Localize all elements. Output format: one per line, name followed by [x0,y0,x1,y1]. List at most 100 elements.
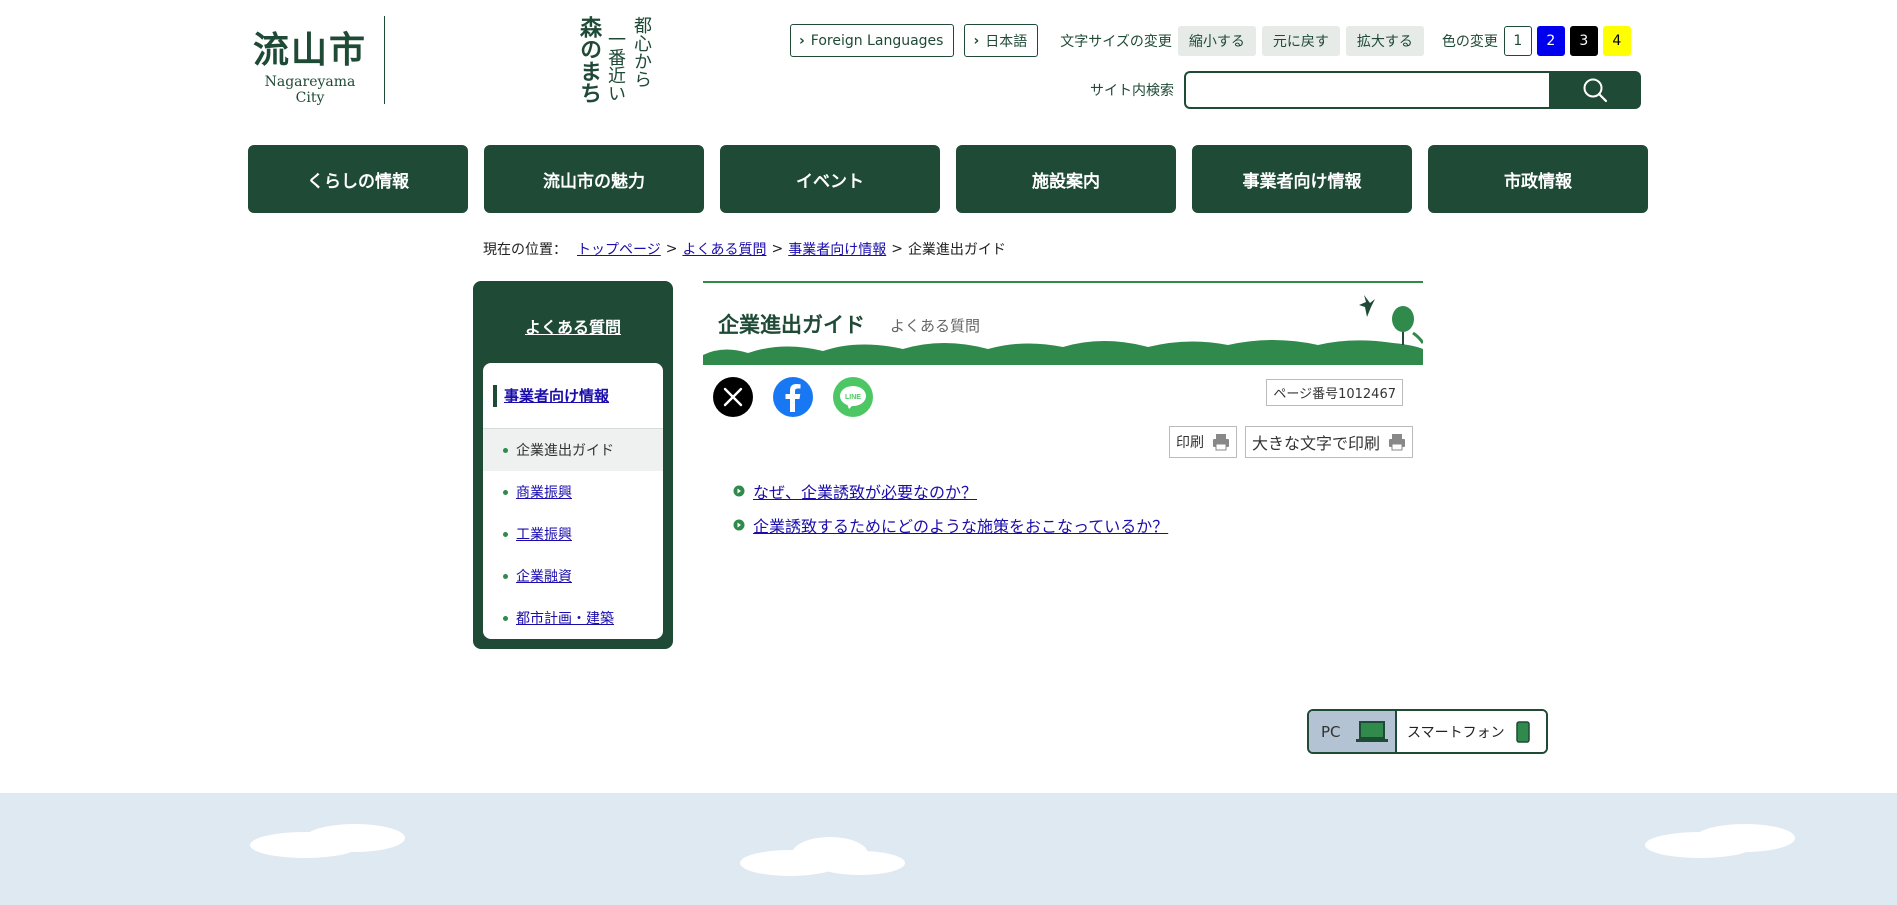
faq-link[interactable]: なぜ、企業誘致が必要なのか？ [753,479,977,503]
font-size-label: 文字サイズの変更 [1060,33,1172,50]
nav-item-city-govt[interactable]: 市政情報 [1428,145,1648,213]
nav-item-facilities[interactable]: 施設案内 [956,145,1176,213]
logo-city-name: 流山市 [252,29,367,71]
sidebar-menu: 事業者向け情報 企業進出ガイド 商業振興 工業振興 企業融資 都市計画・建築 [483,363,663,639]
slogan-line-2: 一番近い [605,30,626,102]
smartphone-label: スマートフォン [1407,724,1505,741]
faq-item: 企業誘致するためにどのような施策をおこなっているか？ [733,508,1168,542]
sidebar: よくある質問 事業者向け情報 企業進出ガイド 商業振興 工業振興 企業融資 都市… [473,281,673,649]
global-nav: くらしの情報 流山市の魅力 イベント 施設案内 事業者向け情報 市政情報 [248,145,1648,213]
slogan-line-1: 都心から [631,16,652,88]
svg-text:LINE: LINE [845,394,861,401]
facebook-share-button[interactable] [773,377,813,417]
device-switch: PC スマートフォン [1307,709,1548,754]
bullet-icon [503,573,508,579]
color-button-2[interactable]: 2 [1536,25,1565,56]
sidebar-item-label: 企業進出ガイド [516,443,614,459]
sidebar-list: 企業進出ガイド 商業振興 工業振興 企業融資 都市計画・建築 [483,429,663,639]
sidebar-item-link[interactable]: 企業融資 [516,566,572,586]
page-category: よくある質問 [890,317,981,335]
search-icon [1583,78,1608,103]
page-number: ページ番号1012467 [1266,379,1403,406]
site-logo[interactable]: 流山市 Nagareyama City 都心から 一番近い 森のまち [250,16,652,106]
faq-item: なぜ、企業誘致が必要なのか？ [733,474,1168,508]
slogan-line-3: 森のまち [576,16,602,104]
breadcrumb-current: 企業進出ガイド [907,242,1006,258]
search-label: サイト内検索 [1090,83,1174,99]
pc-view-button[interactable]: PC [1309,711,1397,752]
bullet-icon [503,447,508,453]
print-button[interactable]: 印刷 [1168,426,1237,458]
font-size-enlarge-button[interactable]: 拡大する [1345,25,1424,56]
breadcrumb-link-faq[interactable]: よくある質問 [682,239,766,259]
nav-item-business[interactable]: 事業者向け情報 [1192,145,1412,213]
color-button-3[interactable]: 3 [1569,25,1598,56]
breadcrumb-label: 現在の位置： [483,242,567,258]
laptop-icon [1355,720,1388,742]
breadcrumb-link-business[interactable]: 事業者向け情報 [788,239,886,259]
japanese-label: 日本語 [985,33,1028,50]
color-button-4[interactable]: 4 [1602,25,1631,56]
bullet-icon [503,489,508,495]
sidebar-item-link[interactable]: 都市計画・建築 [516,608,614,628]
print-tools: 印刷 大きな文字で印刷 [1168,426,1413,458]
foreign-languages-label: Foreign Languages [810,32,944,49]
faq-link[interactable]: 企業誘致するためにどのような施策をおこなっているか？ [753,513,1168,537]
page-title: 企業進出ガイド [718,313,865,337]
print-large-button[interactable]: 大きな文字で印刷 [1244,426,1413,458]
social-share: LINE [713,377,873,417]
nav-item-living[interactable]: くらしの情報 [248,145,468,213]
facebook-icon [785,384,801,412]
print-large-label: 大きな文字で印刷 [1251,434,1380,453]
sidebar-title-link[interactable]: よくある質問 [473,314,673,338]
japanese-button[interactable]: › 日本語 [964,24,1039,57]
sidebar-item-current: 企業進出ガイド [483,429,663,471]
logo-city: 流山市 Nagareyama City [250,16,370,106]
foreign-languages-button[interactable]: › Foreign Languages [790,24,955,57]
breadcrumb-link-top[interactable]: トップページ [577,239,661,259]
bullet-icon [503,615,508,621]
color-button-1[interactable]: 1 [1503,25,1532,56]
circle-arrow-icon [733,519,745,531]
circle-arrow-icon [733,485,745,497]
x-icon [723,387,743,407]
sidebar-section-link[interactable]: 事業者向け情報 [504,385,609,406]
smartphone-view-button[interactable]: スマートフォン [1397,711,1546,752]
sidebar-item: 企業融資 [483,555,663,597]
nav-item-events[interactable]: イベント [720,145,940,213]
breadcrumb: 現在の位置： トップページ > よくある質問 > 事業者向け情報 > 企業進出ガ… [483,239,1006,259]
chevron-right-icon: › [799,32,805,49]
print-label: 印刷 [1175,435,1204,451]
header-tools: › Foreign Languages › 日本語 文字サイズの変更 縮小する … [790,24,1636,57]
printer-icon [1212,434,1229,451]
logo-city-roman: Nagareyama City [264,74,356,106]
footer-sky [0,793,1897,905]
main-content: 企業進出ガイド よくある質問 LINE ページ番号1012467 印刷 大きな文… [703,281,1423,536]
sidebar-item: 工業振興 [483,513,663,555]
bullet-icon [503,531,508,537]
line-share-button[interactable]: LINE [833,377,873,417]
search-input[interactable] [1184,71,1549,109]
x-share-button[interactable] [713,377,753,417]
smartphone-icon [1515,720,1530,743]
site-search: サイト内検索 [1090,71,1641,109]
nav-item-attractions[interactable]: 流山市の魅力 [484,145,704,213]
chevron-right-icon: › [973,32,980,49]
pc-label: PC [1321,722,1341,741]
breadcrumb-separator: > [891,241,903,257]
font-size-shrink-button[interactable]: 縮小する [1177,25,1256,56]
breadcrumb-separator: > [665,241,678,257]
faq-list: なぜ、企業誘致が必要なのか？ 企業誘致するためにどのような施策をおこなっているか… [733,474,1168,542]
line-icon: LINE [840,386,866,409]
logo-divider [384,16,385,104]
printer-icon [1389,434,1405,451]
section-bar [493,384,497,407]
font-size-reset-button[interactable]: 元に戻す [1261,25,1340,56]
logo-slogan: 都心から 一番近い 森のまち [399,16,652,104]
sidebar-item-link[interactable]: 工業振興 [516,524,572,544]
search-button[interactable] [1549,71,1641,109]
sidebar-item: 商業振興 [483,471,663,513]
sidebar-item: 都市計画・建築 [483,597,663,639]
sidebar-section: 事業者向け情報 [483,363,663,429]
sidebar-item-link[interactable]: 商業振興 [516,482,572,502]
